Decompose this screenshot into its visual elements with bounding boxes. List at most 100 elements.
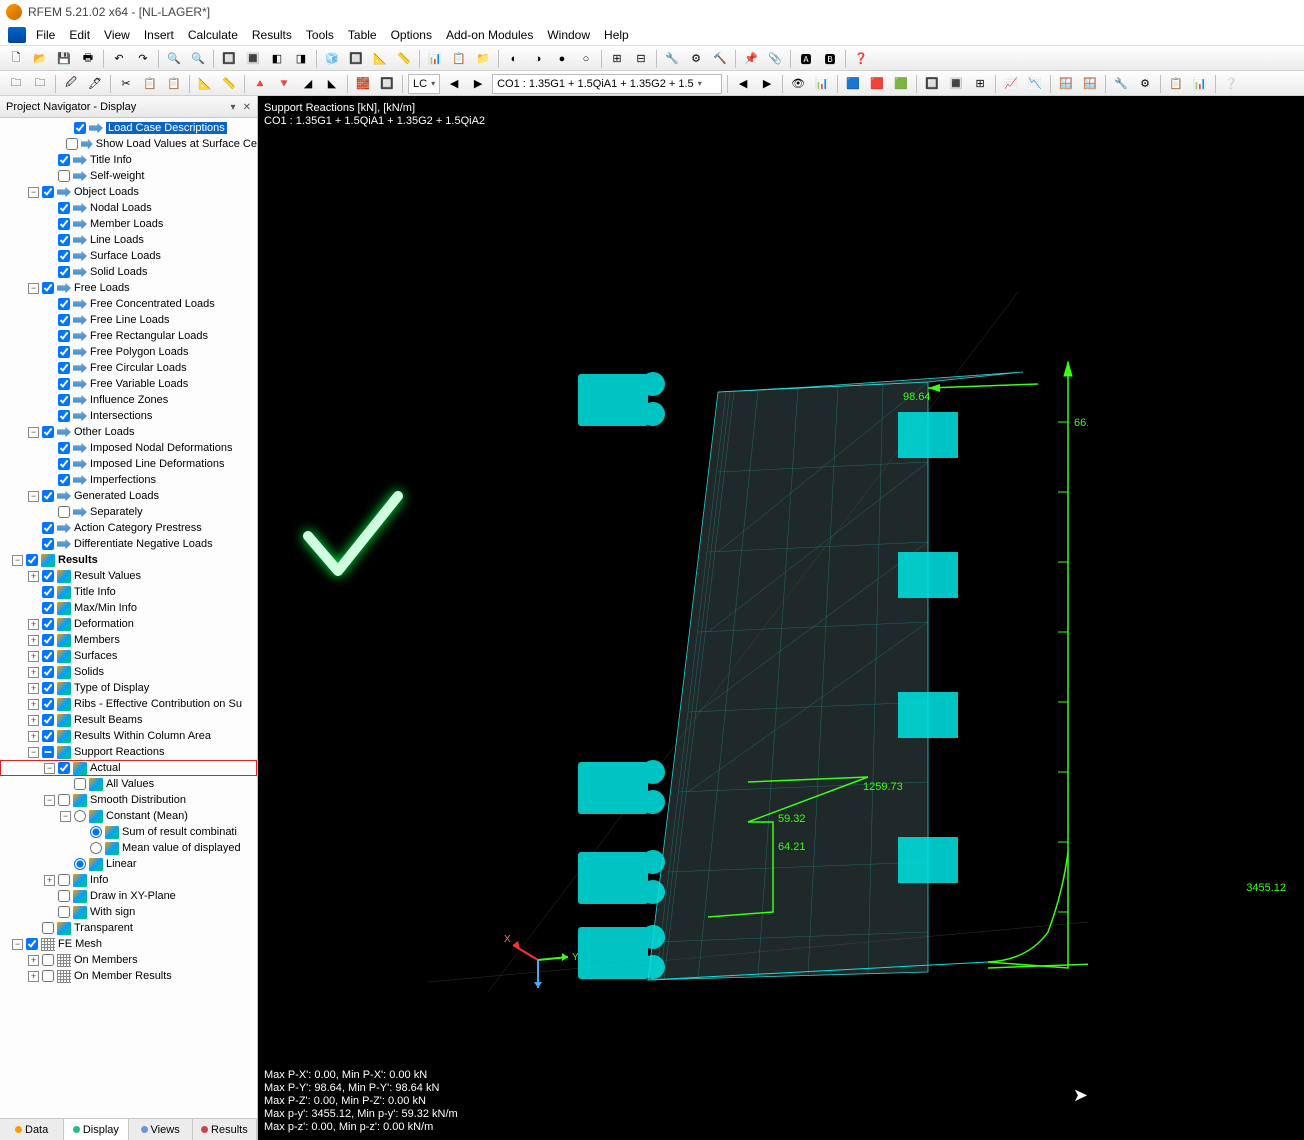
tree-checkbox[interactable] (58, 170, 70, 182)
tree-toggle[interactable]: + (28, 699, 39, 710)
tree-checkbox[interactable] (58, 250, 70, 262)
tree-checkbox[interactable] (58, 794, 70, 806)
app-logo-icon[interactable] (8, 27, 26, 43)
tree-row[interactable]: Free Circular Loads (0, 360, 257, 376)
tree-checkbox[interactable] (58, 298, 70, 310)
tree-row[interactable]: +Result Values (0, 568, 257, 584)
toolbar-button[interactable]: 📊 (1189, 74, 1211, 94)
tree-row[interactable]: −Support Reactions (0, 744, 257, 760)
next-lc[interactable]: ▶ (467, 74, 489, 94)
toolbar-button[interactable]: 🗀 (5, 74, 27, 94)
toolbar-button[interactable]: 🔧 (1110, 74, 1132, 94)
toolbar-button[interactable]: ◨ (290, 49, 312, 69)
tree-row[interactable]: Max/Min Info (0, 600, 257, 616)
tree-row[interactable]: −Actual (0, 760, 257, 776)
menu-addon[interactable]: Add-on Modules (446, 28, 533, 42)
toolbar-button[interactable]: 🗋 (5, 49, 27, 69)
tree-checkbox[interactable] (58, 506, 70, 518)
tree-checkbox[interactable] (42, 634, 54, 646)
toolbar-button[interactable]: ↷ (132, 49, 154, 69)
tree-checkbox[interactable] (58, 458, 70, 470)
tree-row[interactable]: Member Loads (0, 216, 257, 232)
tree-checkbox[interactable] (58, 218, 70, 230)
toolbar-button[interactable]: ↶ (108, 49, 130, 69)
tree-checkbox[interactable] (42, 682, 54, 694)
tree-toggle[interactable]: − (28, 427, 39, 438)
toolbar-button[interactable]: ⚙ (1134, 74, 1156, 94)
tree-toggle[interactable]: − (44, 763, 55, 774)
tree-radio[interactable] (90, 842, 102, 854)
tree-row[interactable]: −Smooth Distribution (0, 792, 257, 808)
toolbar-button[interactable]: 🔧 (661, 49, 683, 69)
menu-edit[interactable]: Edit (69, 28, 90, 42)
tree-checkbox[interactable] (58, 378, 70, 390)
tree-toggle[interactable]: − (28, 283, 39, 294)
tree-checkbox[interactable] (66, 138, 78, 150)
toolbar-button[interactable]: 📈 (1000, 74, 1022, 94)
toolbar-button[interactable]: 🧱 (352, 74, 374, 94)
toolbar-button[interactable]: 📋 (1165, 74, 1187, 94)
toolbar-button[interactable]: 🔺 (249, 74, 271, 94)
tree-row[interactable]: +Solids (0, 664, 257, 680)
toolbar-button[interactable]: 🖉 (60, 74, 82, 94)
tree-toggle[interactable]: + (28, 683, 39, 694)
toolbar-button[interactable]: ❓ (850, 49, 872, 69)
tree-checkbox[interactable] (42, 954, 54, 966)
toolbar-button[interactable]: 🔲 (345, 49, 367, 69)
toolbar-button[interactable]: ◀ (732, 74, 754, 94)
tree-row[interactable]: −Constant (Mean) (0, 808, 257, 824)
tree-row[interactable]: Show Load Values at Surface Ce (0, 136, 257, 152)
tree-toggle[interactable]: + (28, 635, 39, 646)
toolbar-button[interactable]: 🔳 (945, 74, 967, 94)
tree-row[interactable]: −Other Loads (0, 424, 257, 440)
tree-row[interactable]: Free Polygon Loads (0, 344, 257, 360)
toolbar-button[interactable]: 🔲 (921, 74, 943, 94)
tree-toggle[interactable]: + (28, 955, 39, 966)
tree-row[interactable]: +Ribs - Effective Contribution on Su (0, 696, 257, 712)
toolbar-button[interactable]: 🔲 (218, 49, 240, 69)
tree-checkbox[interactable] (42, 538, 54, 550)
tree-checkbox[interactable] (58, 410, 70, 422)
toolbar-button[interactable]: 📏 (218, 74, 240, 94)
menu-tools[interactable]: Tools (306, 28, 334, 42)
tree-row[interactable]: Influence Zones (0, 392, 257, 408)
toolbar-button[interactable]: 🔨 (709, 49, 731, 69)
tree-toggle[interactable]: + (28, 571, 39, 582)
toolbar-button[interactable]: ◢ (297, 74, 319, 94)
tree-checkbox[interactable] (42, 522, 54, 534)
tree-toggle[interactable]: − (28, 491, 39, 502)
tree-checkbox[interactable] (42, 970, 54, 982)
tree-checkbox[interactable] (58, 202, 70, 214)
tree-toggle[interactable]: + (28, 619, 39, 630)
tree-checkbox[interactable] (26, 554, 38, 566)
tree-checkbox[interactable] (58, 330, 70, 342)
tree-row[interactable]: +Surfaces (0, 648, 257, 664)
close-panel-icon[interactable]: ✕ (243, 102, 251, 113)
tree-toggle[interactable]: + (28, 667, 39, 678)
tree-row[interactable]: −Generated Loads (0, 488, 257, 504)
toolbar-button[interactable]: 👁 (787, 74, 809, 94)
tree-row[interactable]: Free Variable Loads (0, 376, 257, 392)
tree-toggle[interactable]: − (28, 187, 39, 198)
toolbar-button[interactable]: 📊 (811, 74, 833, 94)
tree-toggle[interactable]: − (12, 939, 23, 950)
tree-row[interactable]: +Results Within Column Area (0, 728, 257, 744)
toolbar-button[interactable]: ⊟ (630, 49, 652, 69)
tree-row[interactable]: Load Case Descriptions (0, 120, 257, 136)
menu-insert[interactable]: Insert (144, 28, 174, 42)
tree-row[interactable]: Sum of result combinati (0, 824, 257, 840)
tree-checkbox[interactable] (58, 346, 70, 358)
tree-checkbox[interactable] (58, 890, 70, 902)
toolbar-button[interactable]: 🔻 (273, 74, 295, 94)
toolbar-button[interactable]: 🅰 (795, 49, 817, 69)
toolbar-button[interactable]: ◐ (503, 49, 525, 69)
toolbar-button[interactable]: ▶ (756, 74, 778, 94)
tree-row[interactable]: Intersections (0, 408, 257, 424)
tree-checkbox[interactable] (58, 442, 70, 454)
tree-checkbox[interactable] (42, 666, 54, 678)
toolbar-button[interactable]: 📉 (1024, 74, 1046, 94)
tree-radio[interactable] (90, 826, 102, 838)
tree-row[interactable]: Transparent (0, 920, 257, 936)
tree-toggle[interactable]: − (12, 555, 23, 566)
tab-display[interactable]: Display (64, 1119, 128, 1140)
